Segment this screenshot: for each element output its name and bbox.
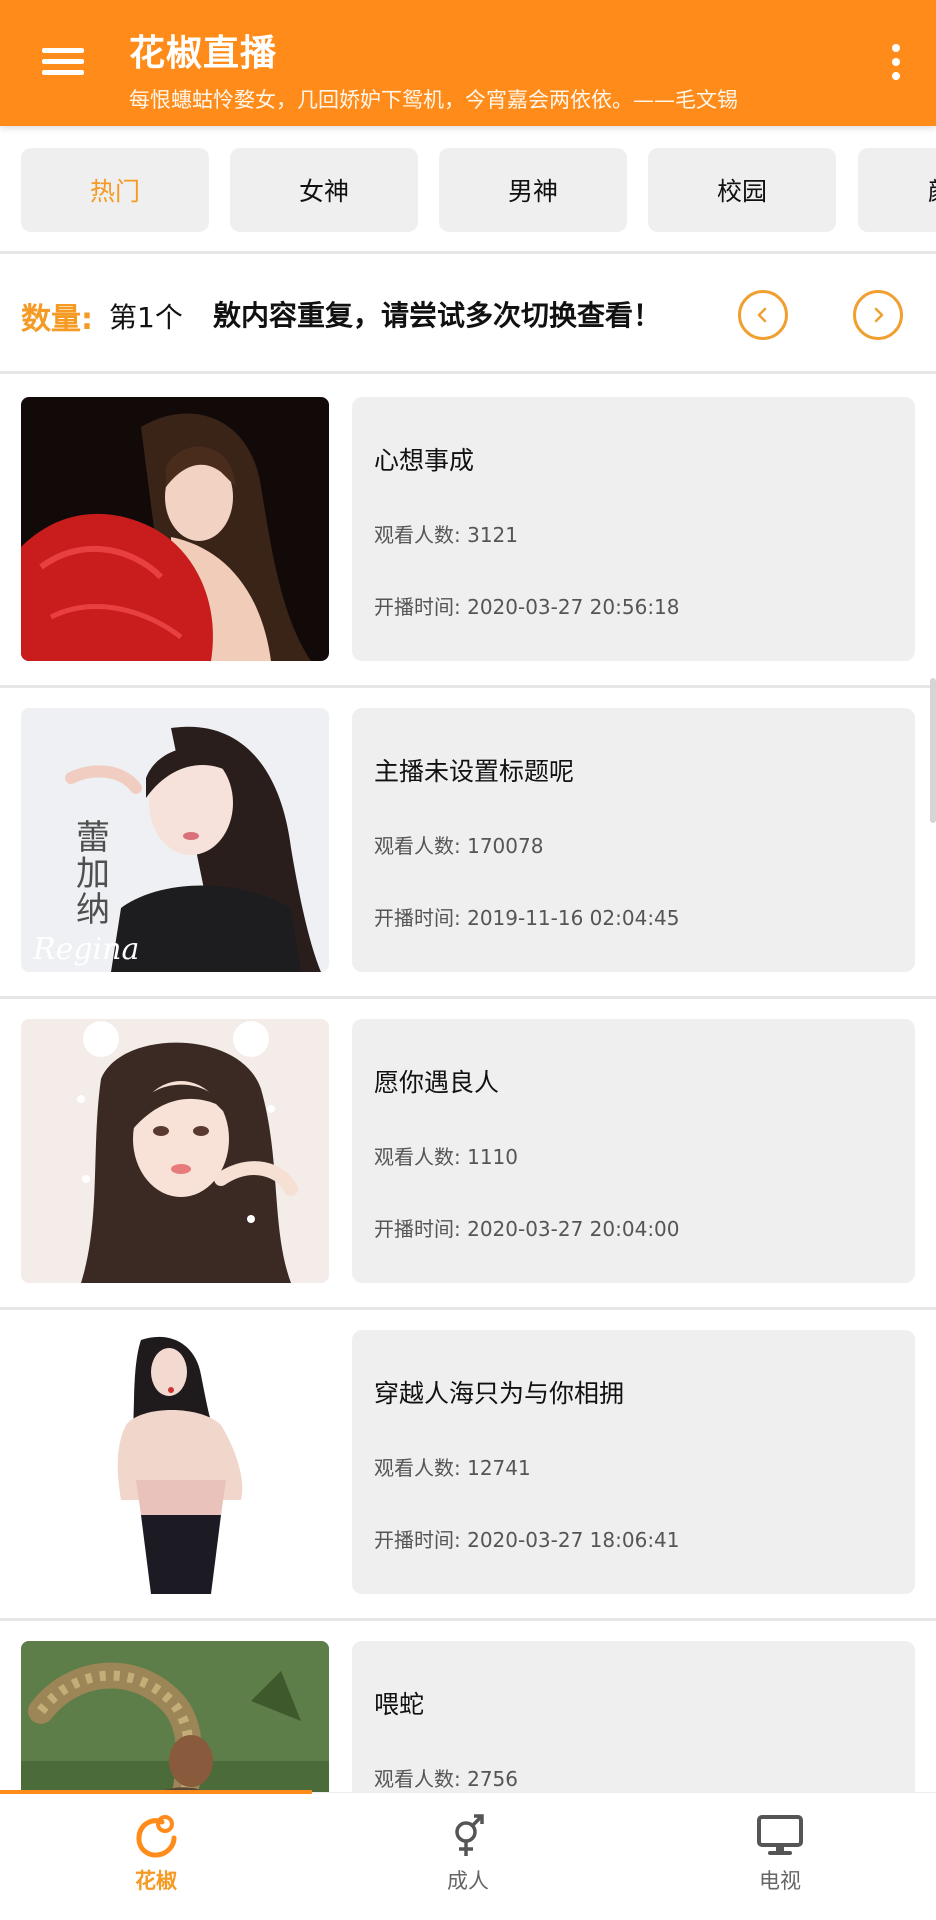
nav-label: 成人 [447, 1869, 489, 1893]
nav-adult[interactable]: 成人 [312, 1793, 624, 1920]
stream-info-panel[interactable]: 愿你遇良人 观看人数: 1110 开播时间: 2020-03-27 20:04:… [352, 1019, 915, 1283]
menu-button[interactable] [28, 30, 98, 90]
more-vertical-icon [892, 44, 900, 52]
count-value: 第1个 [109, 301, 183, 334]
tv-monitor-icon [755, 1811, 805, 1861]
stream-info-panel[interactable]: 主播未设置标题呢 观看人数: 170078 开播时间: 2019-11-16 0… [352, 708, 915, 972]
thumb-signature: Regina [33, 932, 140, 967]
next-button[interactable] [853, 290, 903, 340]
count-label: 数量: [21, 302, 93, 337]
stream-title: 愿你遇良人 [374, 1068, 500, 1097]
stream-thumbnail[interactable]: 蕾 加 纳 Regina [21, 708, 329, 972]
marquee-container: 敫内容重复，请尝试多次切换查看！ [213, 292, 713, 336]
stream-thumbnail[interactable] [21, 1019, 329, 1283]
viewer-count: 观看人数: 2756 [374, 1767, 518, 1791]
stream-card[interactable]: 愿你遇良人 观看人数: 1110 开播时间: 2020-03-27 20:04:… [0, 999, 936, 1310]
app-title: 花椒直播 [129, 33, 278, 74]
prev-button[interactable] [738, 290, 788, 340]
stream-title: 主播未设置标题呢 [374, 757, 575, 786]
streamer-photo [21, 1019, 329, 1283]
category-tabs: 热门 女神 男神 校园 颜 [0, 126, 936, 254]
marquee-text: 敫内容重复，请尝试多次切换查看！ [213, 299, 662, 332]
viewer-count: 观看人数: 12741 [374, 1456, 531, 1480]
stream-title: 穿越人海只为与你相拥 [374, 1379, 625, 1408]
start-time: 开播时间: 2020-03-27 18:06:41 [374, 1528, 680, 1552]
app-header: 花椒直播 每恨蟪蛄怜婺女，几回娇妒下鸳机，今宵嘉会两依依。——毛文锡 [0, 0, 936, 126]
start-time: 开播时间: 2019-11-16 02:04:45 [374, 906, 680, 930]
stream-card[interactable]: 心想事成 观看人数: 3121 开播时间: 2020-03-27 20:56:1… [0, 377, 936, 688]
thumb-watermark: 蕾 加 纳 [76, 818, 110, 930]
nav-huajiao[interactable]: 花椒 [0, 1793, 312, 1920]
nav-label: 电视 [759, 1869, 801, 1893]
stream-thumbnail[interactable] [21, 397, 329, 661]
chevron-left-icon [757, 307, 767, 323]
stream-card[interactable]: 穿越人海只为与你相拥 观看人数: 12741 开播时间: 2020-03-27 … [0, 1310, 936, 1621]
stream-thumbnail[interactable] [21, 1330, 329, 1594]
nav-label: 花椒 [135, 1869, 177, 1893]
start-time: 开播时间: 2020-03-27 20:56:18 [374, 595, 680, 619]
stream-info-panel[interactable]: 穿越人海只为与你相拥 观看人数: 12741 开播时间: 2020-03-27 … [352, 1330, 915, 1594]
count-bar: 数量: 第1个 敫内容重复，请尝试多次切换查看！ [0, 254, 936, 374]
nav-tv[interactable]: 电视 [624, 1793, 936, 1920]
stream-card[interactable]: 蕾 加 纳 Regina 主播未设置标题呢 观看人数: 170078 开播时间:… [0, 688, 936, 999]
viewer-count: 观看人数: 170078 [374, 834, 544, 858]
tab-partial[interactable]: 颜 [858, 148, 936, 232]
hamburger-menu-icon [42, 48, 84, 53]
scrollbar-thumb[interactable] [930, 678, 936, 823]
streamer-photo [21, 397, 329, 661]
viewer-count: 观看人数: 1110 [374, 1145, 518, 1169]
viewer-count: 观看人数: 3121 [374, 523, 518, 547]
bottom-nav: 花椒 成人 电视 [0, 1790, 936, 1920]
tab-goddess[interactable]: 女神 [230, 148, 418, 232]
more-options-button[interactable] [876, 38, 916, 86]
app-root: 花椒直播 每恨蟪蛄怜婺女，几回娇妒下鸳机，今宵嘉会两依依。——毛文锡 热门 女神… [0, 0, 936, 1920]
stream-title: 喂蛇 [374, 1690, 425, 1719]
tab-campus[interactable]: 校园 [648, 148, 836, 232]
gender-symbol-icon [443, 1811, 493, 1861]
stream-title: 心想事成 [374, 446, 475, 475]
huajiao-logo-icon [131, 1811, 181, 1861]
stream-info-panel[interactable]: 心想事成 观看人数: 3121 开播时间: 2020-03-27 20:56:1… [352, 397, 915, 661]
tab-hot[interactable]: 热门 [21, 148, 209, 232]
start-time: 开播时间: 2020-03-27 20:04:00 [374, 1217, 680, 1241]
streamer-photo [21, 1330, 329, 1594]
app-subtitle: 每恨蟪蛄怜婺女，几回娇妒下鸳机，今宵嘉会两依依。——毛文锡 [129, 88, 738, 112]
chevron-right-icon [874, 307, 884, 323]
tab-god[interactable]: 男神 [439, 148, 627, 232]
